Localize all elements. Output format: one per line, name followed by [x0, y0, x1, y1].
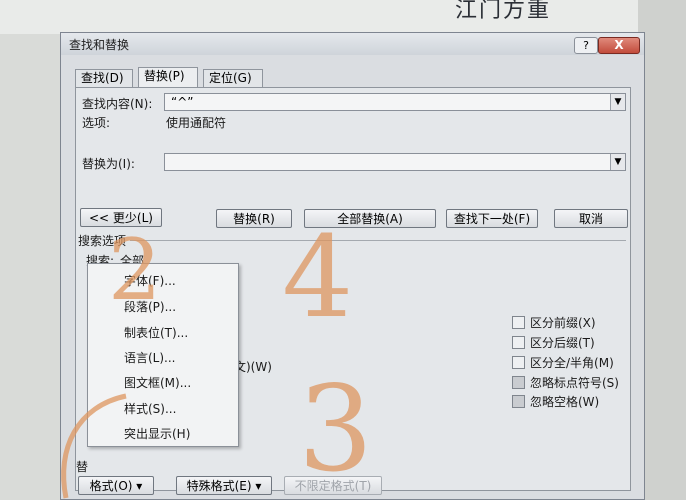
tab-replace[interactable]: 替换(P): [138, 67, 198, 88]
match-suffix-checkbox[interactable]: [512, 336, 525, 349]
help-button[interactable]: ?: [574, 37, 598, 54]
ignore-punctuation-label: 忽略标点符号(S): [530, 376, 619, 390]
title-bar: 查找和替换 ? X: [61, 33, 644, 55]
match-suffix-label: 区分后缀(T): [530, 336, 595, 350]
replace-with-label: 替换为(I):: [82, 157, 135, 171]
find-next-button[interactable]: 查找下一处(F): [446, 209, 538, 228]
find-what-value: “^”: [171, 95, 194, 109]
match-width-label: 区分全/半角(M): [530, 356, 614, 370]
options-label: 选项:: [82, 116, 111, 130]
cancel-button[interactable]: 取消: [554, 209, 628, 228]
partial-option-label: 文)(W): [234, 360, 272, 374]
annotation-three: 3: [298, 360, 374, 498]
menu-item-tabs[interactable]: 制表位(T)...: [124, 324, 188, 341]
annotation-four: 4: [282, 213, 354, 343]
replace-button[interactable]: 替换(R): [216, 209, 292, 228]
match-prefix-checkbox[interactable]: [512, 316, 525, 329]
find-what-label: 查找内容(N):: [82, 97, 153, 111]
dialog-title: 查找和替换: [69, 38, 130, 52]
ignore-punctuation-checkbox[interactable]: [512, 376, 525, 389]
replace-with-combo[interactable]: ▼: [164, 153, 626, 171]
ignore-spaces-label: 忽略空格(W): [530, 395, 600, 409]
annotation-bracket: [61, 393, 127, 499]
chevron-down-icon[interactable]: ▼: [610, 94, 625, 110]
close-button[interactable]: X: [598, 37, 640, 54]
match-prefix-label: 区分前缀(X): [530, 316, 596, 330]
special-format-button[interactable]: 特殊格式(E) ▾: [176, 476, 272, 495]
ignore-spaces-checkbox[interactable]: [512, 395, 525, 408]
match-width-checkbox[interactable]: [512, 356, 525, 369]
divider: [130, 240, 626, 241]
chevron-down-icon[interactable]: ▼: [610, 154, 625, 170]
tab-find[interactable]: 查找(D): [75, 69, 133, 87]
page-edge: [638, 0, 686, 500]
paper-background: [0, 0, 686, 34]
find-what-combo[interactable]: “^” ▼: [164, 93, 626, 111]
background-heading: 江门方重: [455, 0, 552, 23]
options-value: 使用通配符: [166, 116, 227, 130]
menu-item-language[interactable]: 语言(L)...: [124, 349, 176, 366]
tab-goto[interactable]: 定位(G): [203, 69, 263, 87]
annotation-two: 2: [108, 221, 162, 319]
